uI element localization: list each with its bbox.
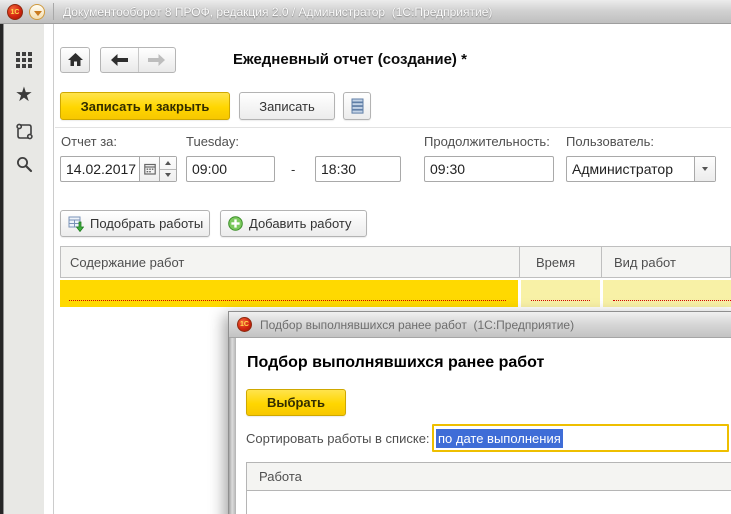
report-date-label: Отчет за:	[61, 134, 118, 149]
sidebar-content-separator	[53, 24, 54, 514]
back-button[interactable]	[101, 48, 138, 72]
chevron-down-icon	[702, 167, 708, 171]
dialog-title: Подбор выполнявшихся ранее работ (1С:Пре…	[260, 318, 575, 332]
dialog-column-header-work[interactable]: Работа	[246, 462, 731, 491]
list-stack-icon	[351, 98, 363, 114]
search-icon	[16, 156, 32, 172]
sidebar-history-button[interactable]	[6, 117, 42, 145]
titlebar-separator	[53, 3, 54, 20]
add-work-button[interactable]: Добавить работу	[220, 210, 367, 237]
user-dropdown-button[interactable]	[694, 157, 715, 181]
duration-value: 09:30	[430, 161, 466, 177]
required-field-marker	[613, 300, 731, 301]
add-work-label: Добавить работу	[249, 216, 352, 231]
forward-button[interactable]	[138, 48, 175, 72]
calendar-icon	[143, 163, 156, 175]
dialog-left-frame	[229, 338, 236, 514]
time-from-value: 09:00	[192, 161, 228, 177]
history-scroll-icon	[15, 123, 33, 139]
pick-works-button[interactable]: Подобрать работы	[60, 210, 210, 237]
work-time-cell[interactable]	[521, 280, 600, 307]
select-button[interactable]: Выбрать	[246, 389, 346, 416]
command-bar-separator	[55, 127, 731, 128]
duration-field[interactable]: 09:30	[424, 156, 554, 182]
column-header-content[interactable]: Содержание работ	[61, 247, 519, 277]
work-type-cell[interactable]	[603, 280, 731, 307]
required-field-marker	[531, 300, 590, 301]
time-to-field[interactable]: 18:30	[315, 156, 401, 182]
work-content-cell[interactable]	[60, 280, 518, 307]
spinner-up-icon	[165, 160, 171, 165]
chevron-down-icon	[34, 11, 42, 16]
dialog-title-bar: 1С Подбор выполнявшихся ранее работ (1С:…	[229, 312, 731, 338]
save-button[interactable]: Записать	[239, 92, 335, 120]
sort-label: Сортировать работы в списке:	[246, 431, 430, 446]
column-header-time[interactable]: Время	[520, 247, 601, 277]
report-date-field[interactable]: 14.02.2017	[60, 156, 177, 182]
sidebar-search-button[interactable]	[6, 150, 42, 178]
pick-works-label: Подобрать работы	[90, 216, 204, 231]
spinner-down-icon	[165, 173, 171, 178]
time-range-dash: -	[291, 162, 296, 177]
app-window: 1С Документооборот 8 ПРОФ, редакция 2.0 …	[0, 0, 731, 514]
back-arrow-icon	[110, 54, 128, 66]
spinner-down-button[interactable]	[160, 170, 176, 182]
main-menu-button[interactable]	[29, 4, 45, 20]
add-plus-icon	[228, 216, 243, 231]
show-in-list-button[interactable]	[343, 92, 371, 120]
1c-logo-text: 1С	[10, 8, 20, 16]
home-icon	[67, 53, 83, 66]
window-title-bar: 1С Документооборот 8 ПРОФ, редакция 2.0 …	[0, 0, 731, 24]
forward-arrow-icon	[148, 54, 166, 66]
save-and-close-button[interactable]: Записать и закрыть	[60, 92, 230, 120]
page-title: Ежедневный отчет (создание) *	[233, 51, 467, 68]
1c-logo-icon: 1С	[7, 4, 23, 20]
grid-menu-icon	[16, 52, 32, 68]
time-to-value: 18:30	[321, 161, 357, 177]
history-nav-group	[100, 47, 176, 73]
user-select[interactable]: Администратор	[566, 156, 716, 182]
works-table-selected-row[interactable]	[60, 280, 731, 307]
sort-selected-text: по дате выполнения	[436, 428, 563, 448]
user-label: Пользователь:	[566, 134, 654, 149]
user-value: Администратор	[572, 161, 674, 177]
pick-works-dialog: 1С Подбор выполнявшихся ранее работ (1С:…	[228, 311, 731, 514]
window-title: Документооборот 8 ПРОФ, редакция 2.0 / А…	[63, 5, 493, 19]
spinner-up-button[interactable]	[160, 157, 176, 169]
column-header-worktype[interactable]: Вид работ	[602, 247, 730, 277]
1c-logo-text: 1С	[240, 321, 249, 328]
weekday-label: Tuesday:	[186, 134, 239, 149]
dialog-table-body[interactable]	[246, 491, 731, 514]
1c-logo-icon: 1С	[237, 317, 252, 332]
works-table-header: Содержание работ Время Вид работ	[60, 246, 731, 278]
sidebar-edge-highlight	[3, 24, 4, 514]
home-button[interactable]	[60, 47, 90, 73]
report-date-value[interactable]: 14.02.2017	[61, 161, 139, 177]
sidebar-favorites-button[interactable]: ★	[6, 81, 42, 109]
time-from-field[interactable]: 09:00	[186, 156, 275, 182]
duration-label: Продолжительность:	[424, 134, 550, 149]
dialog-heading: Подбор выполнявшихся ранее работ	[247, 354, 545, 371]
star-icon: ★	[15, 84, 33, 106]
sidebar: ★	[0, 24, 44, 514]
required-field-marker	[69, 300, 506, 301]
sidebar-menu-button[interactable]	[6, 46, 42, 74]
date-spinner[interactable]	[160, 157, 176, 181]
sort-input[interactable]: по дате выполнения	[432, 424, 729, 452]
pick-works-icon	[68, 216, 84, 232]
calendar-button[interactable]	[140, 157, 159, 181]
